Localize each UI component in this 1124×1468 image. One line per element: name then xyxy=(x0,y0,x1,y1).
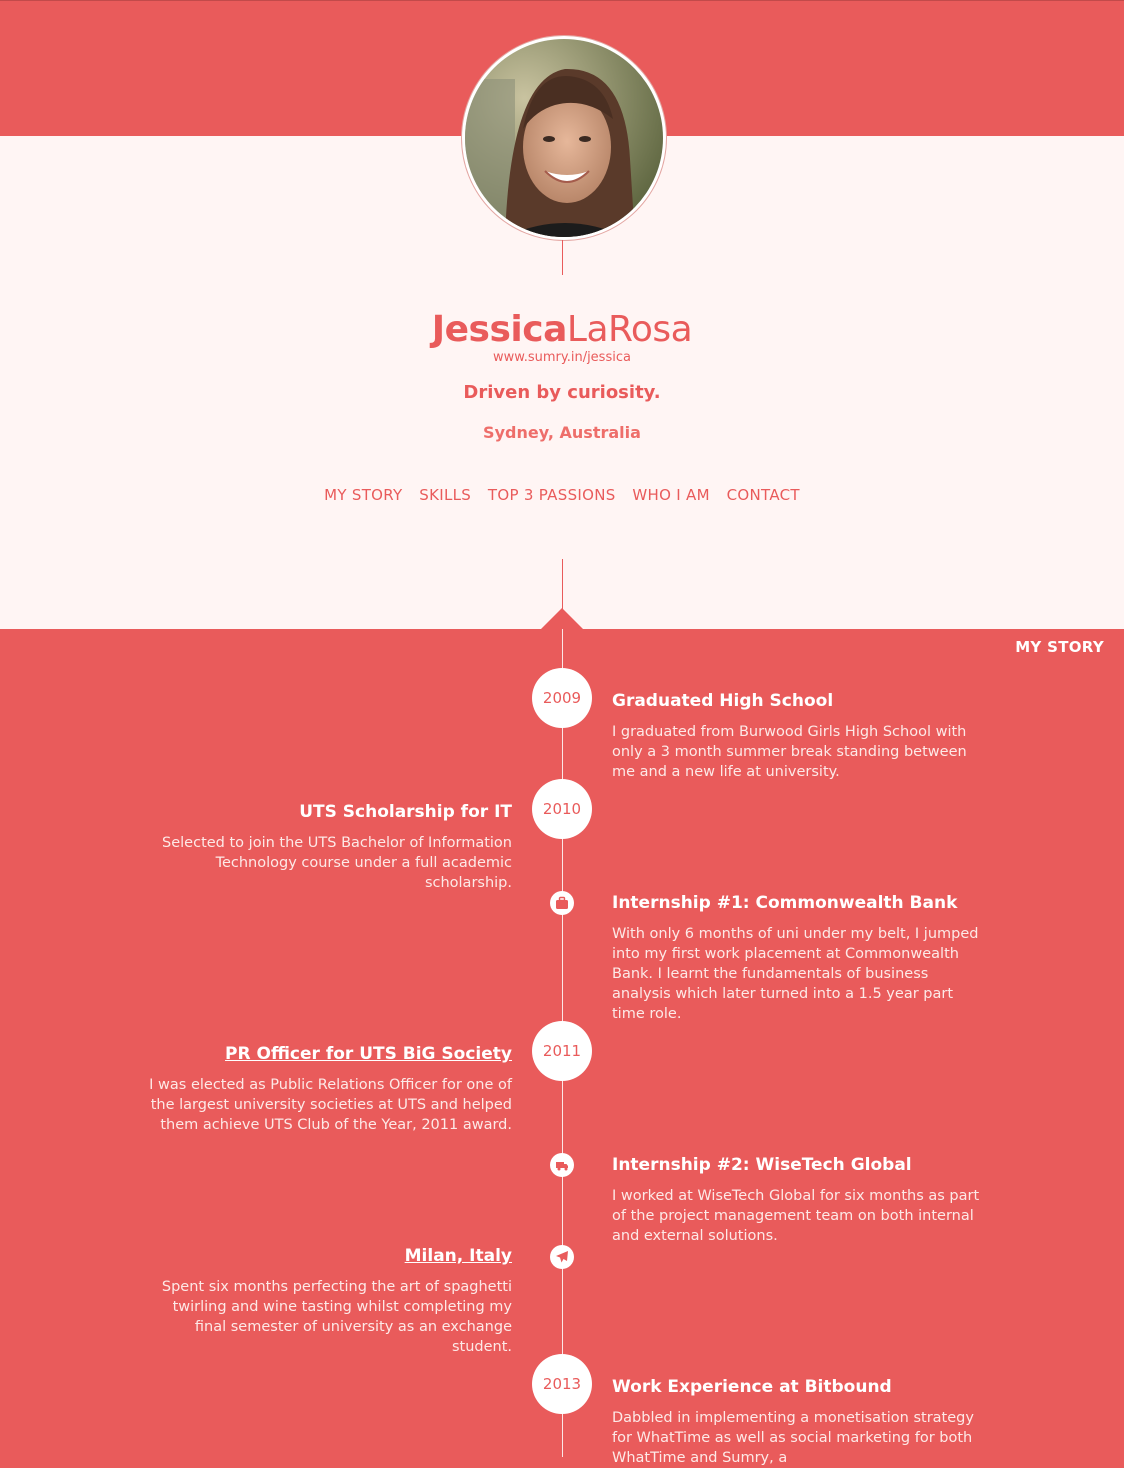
entry-title-link[interactable]: Milan, Italy xyxy=(142,1245,512,1267)
entry-text: Dabbled in implementing a monetisation s… xyxy=(612,1410,974,1466)
main-nav: MY STORY SKILLS TOP 3 PASSIONS WHO I AM … xyxy=(0,486,1124,504)
entry-text: I graduated from Burwood Girls High Scho… xyxy=(612,724,967,780)
entry-title: Internship #1: Commonwealth Bank xyxy=(612,893,958,913)
timeline-entry: UTS Scholarship for IT Selected to join … xyxy=(142,801,512,893)
entry-text: I worked at WiseTech Global for six mont… xyxy=(612,1188,980,1244)
section-label: MY STORY xyxy=(1015,638,1104,656)
timeline-entry: Internship #1: Commonwealth Bank With on… xyxy=(612,892,982,1024)
nav-top-3-passions[interactable]: TOP 3 PASSIONS xyxy=(488,486,616,504)
entry-text: Spent six months perfecting the art of s… xyxy=(161,1279,512,1355)
timeline-entry: Work Experience at Bitbound Dabbled in i… xyxy=(612,1376,982,1468)
section-notch xyxy=(541,608,583,629)
airplane-icon xyxy=(550,1245,574,1269)
nav-contact[interactable]: CONTACT xyxy=(727,486,800,504)
avatar xyxy=(462,36,666,240)
entry-text: Selected to join the UTS Bachelor of Inf… xyxy=(162,835,512,891)
year-marker: 2010 xyxy=(532,779,592,839)
entry-text: I was elected as Public Relations Office… xyxy=(149,1077,512,1133)
nav-my-story[interactable]: MY STORY xyxy=(324,486,402,504)
timeline-entry: Graduated High School I graduated from B… xyxy=(612,690,982,782)
connector-line xyxy=(562,559,563,609)
timeline-entry: Milan, Italy Spent six months perfecting… xyxy=(142,1245,512,1357)
entry-title-link[interactable]: PR Officer for UTS BiG Society xyxy=(142,1043,512,1065)
timeline-entry: Internship #2: WiseTech Global I worked … xyxy=(612,1154,982,1246)
year-marker: 2013 xyxy=(532,1354,592,1414)
truck-icon xyxy=(550,1153,574,1177)
profile-url[interactable]: www.sumry.in/jessica xyxy=(0,350,1124,365)
entry-title: Graduated High School xyxy=(612,691,834,711)
year-marker: 2011 xyxy=(532,1021,592,1081)
nav-who-i-am[interactable]: WHO I AM xyxy=(632,486,709,504)
profile-tagline: Driven by curiosity. xyxy=(463,382,661,403)
first-name: Jessica xyxy=(431,309,568,350)
avatar-photo xyxy=(465,39,663,237)
entry-title: UTS Scholarship for IT xyxy=(299,802,512,822)
entry-title: Work Experience at Bitbound xyxy=(612,1377,892,1397)
entry-title: Internship #2: WiseTech Global xyxy=(612,1155,912,1175)
timeline-entry: PR Officer for UTS BiG Society I was ele… xyxy=(142,1043,512,1135)
year-marker: 2009 xyxy=(532,668,592,728)
connector-line xyxy=(562,240,563,275)
profile-name: JessicaLaRosa xyxy=(0,308,1124,352)
profile-location: Sydney, Australia xyxy=(483,423,641,442)
entry-text: With only 6 months of uni under my belt,… xyxy=(612,926,979,1022)
briefcase-icon xyxy=(550,891,574,915)
last-name: LaRosa xyxy=(566,309,693,350)
nav-skills[interactable]: SKILLS xyxy=(419,486,471,504)
